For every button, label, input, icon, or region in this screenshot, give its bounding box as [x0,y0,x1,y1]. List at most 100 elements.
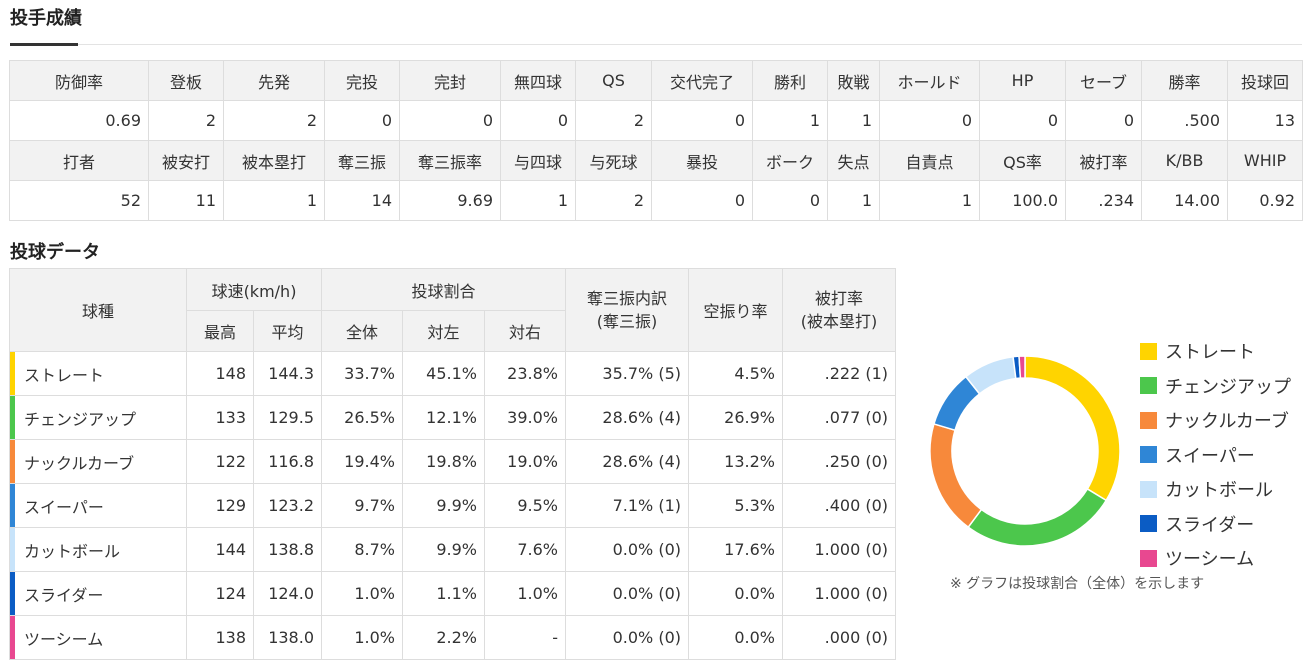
stat-header: 与四球 [500,140,576,181]
stat-header: 完投 [324,60,400,101]
legend-swatch [1140,342,1157,360]
avg-speed-cell: 124.0 [253,571,322,616]
chart-note: ※ グラフは投球割合（全体）を示します [950,576,1205,592]
stat-value: 1 [827,100,880,141]
pitch-row: カットボール 144 138.8 8.7% 9.9% 7.6% 0.0% (0) 17.6% 1… [9,527,896,572]
stat-header: 失点 [827,140,880,181]
stat-value: 14 [324,180,400,221]
ratio-all-cell: 8.7% [321,527,403,572]
pitch-color-bar [10,484,15,527]
pitch-type-table: 球種 球速(km/h) 投球割合 奪三振内訳 (奪三振) 空振り率 被打率 (被… [9,268,896,660]
strikeout-breakdown-cell: 0.0% (0) [565,527,689,572]
max-speed-cell: 133 [186,395,254,440]
pitch-type-cell: カットボール [9,527,187,572]
section-title-pitching-stats: 投手成績 [10,8,82,29]
legend-swatch [1140,480,1157,498]
pitch-color-bar [10,440,15,483]
col-header-strikeout-line2: (奪三振) [596,312,658,331]
legend-item: チェンジアップ [1140,369,1291,404]
stat-value: 2 [223,100,325,141]
ratio-all-cell: 33.7% [321,351,403,396]
ratio-all-cell: 9.7% [321,483,403,528]
stat-header: 先発 [223,60,325,101]
col-header-batting-avg-line2: (被本塁打) [800,312,878,331]
stat-value: 13 [1227,100,1303,141]
stat-header: 与死球 [575,140,652,181]
stat-value: 0 [651,180,753,221]
max-speed-cell: 148 [186,351,254,396]
col-header-avg-speed: 平均 [253,310,322,352]
pitch-type-name: ナックルカーブ [24,453,135,473]
stat-header: 被本塁打 [223,140,325,181]
avg-speed-cell: 129.5 [253,395,322,440]
stat-value: 0 [324,100,400,141]
pitch-row: スイーパー 129 123.2 9.7% 9.9% 9.5% 7.1% (1) 5.3% .40… [9,483,896,528]
stat-value: 2 [575,100,652,141]
batting-avg-cell: .222 (1) [782,351,896,396]
pitch-row: スライダー 124 124.0 1.0% 1.1% 1.0% 0.0% (0) 0.0% 1.0… [9,571,896,616]
pitch-color-bar [10,528,15,571]
stat-header: QS [575,60,652,101]
max-speed-cell: 124 [186,571,254,616]
donut-slice-7 [1018,355,1026,379]
pitch-type-cell: ツーシーム [9,615,187,660]
stat-header: 無四球 [500,60,576,101]
ratio-vs-left-cell: 9.9% [402,483,485,528]
legend-item: スライダー [1140,507,1291,542]
stat-header: 打者 [9,140,149,181]
stat-value: 0 [1065,100,1142,141]
batting-avg-cell: 1.000 (0) [782,571,896,616]
ratio-all-cell: 26.5% [321,395,403,440]
strikeout-breakdown-cell: 28.6% (4) [565,439,689,484]
pitch-type-cell: ナックルカーブ [9,439,187,484]
avg-speed-cell: 116.8 [253,439,322,484]
stat-header: 防御率 [9,60,149,101]
ratio-all-cell: 19.4% [321,439,403,484]
stat-header: QS率 [979,140,1066,181]
donut-slice-2 [967,487,1108,547]
legend-swatch [1140,515,1157,533]
stat-value: 0 [399,100,501,141]
whiff-rate-cell: 0.0% [688,615,783,660]
legend-item: ツーシーム [1140,541,1291,576]
batting-avg-cell: 1.000 (0) [782,527,896,572]
legend-item: ナックルカーブ [1140,403,1291,438]
title-underline-accent [10,43,78,46]
stat-value: 1 [879,180,980,221]
ratio-vs-left-cell: 1.1% [402,571,485,616]
whiff-rate-cell: 17.6% [688,527,783,572]
ratio-vs-right-cell: 19.0% [484,439,566,484]
ratio-vs-right-cell: 1.0% [484,571,566,616]
stat-header: 暴投 [651,140,753,181]
legend-label: ツーシーム [1165,549,1255,571]
col-header-pitch-ratio: 投球割合 [321,268,566,311]
stat-value: .500 [1141,100,1228,141]
avg-speed-cell: 144.3 [253,351,322,396]
pitch-type-cell: スイーパー [9,483,187,528]
ratio-vs-right-cell: 39.0% [484,395,566,440]
stat-value: 14.00 [1141,180,1228,221]
batting-avg-cell: .000 (0) [782,615,896,660]
stat-value: 1 [500,180,576,221]
legend-label: チェンジアップ [1165,376,1291,398]
pitch-color-bar [10,396,15,439]
legend-item: カットボール [1140,472,1291,507]
whiff-rate-cell: 5.3% [688,483,783,528]
ratio-all-cell: 1.0% [321,615,403,660]
stat-header: 交代完了 [651,60,753,101]
stat-value: 9.69 [399,180,501,221]
ratio-vs-right-cell: 23.8% [484,351,566,396]
col-header-batting-avg: 被打率 (被本塁打) [782,268,896,352]
pitch-ratio-donut-chart [929,355,1121,547]
stats-header-row-1: 防御率 登板 先発 完投 完封 無四球 QS 交代完了 勝利 敗戦 ホールド HP セーブ 勝率 投球回 [9,60,1303,101]
stat-header: HP [979,60,1066,101]
stat-value: 1 [827,180,880,221]
stat-header: 被打率 [1065,140,1142,181]
donut-slice-1 [1024,355,1121,502]
max-speed-cell: 138 [186,615,254,660]
pitch-row: ツーシーム 138 138.0 1.0% 2.2% -0.0% (0) 0.0% .000 (… [9,615,896,660]
stat-value: 0.69 [9,100,149,141]
pitch-row: ストレート 148 144.3 33.7% 45.1% 23.8% 35.7% (5) 4.5… [9,351,896,396]
stat-header: 投球回 [1227,60,1303,101]
stat-header: ボーク [752,140,828,181]
